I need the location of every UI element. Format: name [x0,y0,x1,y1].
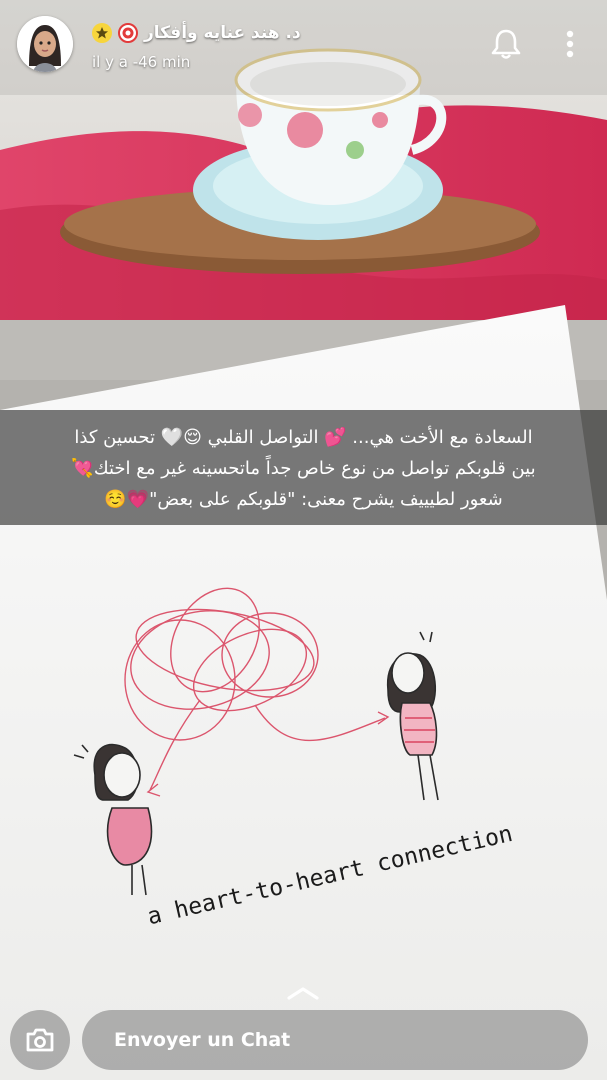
caption-line: بين قلوبكم تواصل من نوع خاص جداً ماتحسين… [71,458,536,479]
bitmoji-avatar-icon [17,16,73,72]
story-timestamp: il y a -46 min [92,53,191,71]
title-row: د. هند عنايه وأفكار [92,20,301,46]
target-icon [118,23,138,43]
story-photo [0,0,607,1080]
star-icon [92,23,112,43]
caption-line: السعادة مع الأخت هي... 💕 التواصل القلبي … [74,427,533,448]
camera-button[interactable] [10,1010,70,1070]
avatar[interactable] [17,16,73,72]
more-options-button[interactable] [555,26,585,62]
story-header: د. هند عنايه وأفكار il y a -46 min [0,0,607,90]
username[interactable]: د. هند عنايه وأفكار [144,23,301,43]
notification-bell-button[interactable] [488,26,524,62]
bell-icon [491,29,521,59]
camera-icon [26,1028,54,1052]
more-vert-icon [566,30,574,58]
story-caption: السعادة مع الأخت هي... 💕 التواصل القلبي … [0,410,607,525]
chevron-up-icon[interactable] [285,986,321,1000]
caption-line: شعور لطيييف يشرح معنى: "قلوبكم على بعض"💗… [104,489,503,510]
send-chat-input[interactable]: Envoyer un Chat [82,1010,588,1070]
